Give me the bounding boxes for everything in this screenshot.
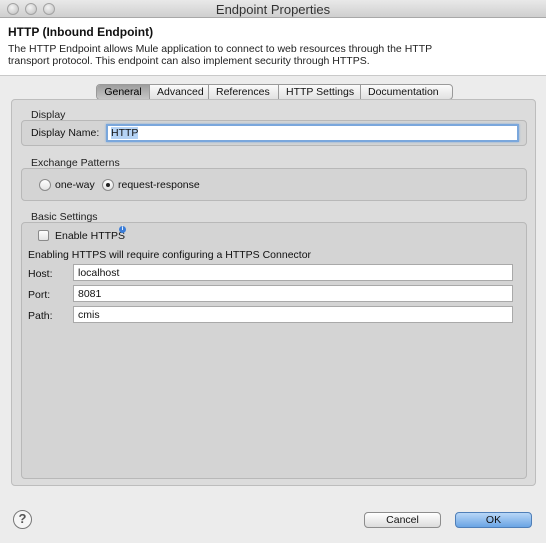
basic-settings-group: Enable HTTPS i Enabling HTTPS will requi… xyxy=(21,222,527,479)
port-input[interactable]: 8081 xyxy=(73,285,513,302)
tab-general[interactable]: General xyxy=(97,85,150,99)
one-way-radio[interactable] xyxy=(39,179,51,191)
display-name-label: Display Name: xyxy=(31,127,100,139)
display-name-input[interactable]: HTTP xyxy=(106,124,519,142)
tab-references[interactable]: References xyxy=(209,85,279,99)
tab-http-settings[interactable]: HTTP Settings xyxy=(279,85,361,99)
path-label: Path: xyxy=(28,310,53,322)
enable-https-label[interactable]: Enable HTTPS xyxy=(55,230,125,242)
window-title: Endpoint Properties xyxy=(215,2,331,17)
general-tab-panel: Display Display Name: HTTP Exchange Patt… xyxy=(11,99,536,486)
https-note: Enabling HTTPS will require configuring … xyxy=(28,249,312,261)
host-label: Host: xyxy=(28,268,53,280)
display-name-value: HTTP xyxy=(111,127,139,139)
dialog-description: The HTTP Endpoint allows Mule applicatio… xyxy=(8,43,432,67)
enable-https-checkbox[interactable] xyxy=(38,230,49,241)
dialog-header: HTTP (Inbound Endpoint) The HTTP Endpoin… xyxy=(0,18,546,76)
port-label: Port: xyxy=(28,289,51,301)
info-icon: i xyxy=(119,226,126,233)
tab-advanced[interactable]: Advanced xyxy=(150,85,209,99)
one-way-label[interactable]: one-way xyxy=(55,179,95,191)
host-input[interactable]: localhost xyxy=(73,264,513,281)
tab-bar: General Advanced References HTTP Setting… xyxy=(96,84,453,100)
path-input[interactable]: cmis xyxy=(73,306,513,323)
ok-button[interactable]: OK xyxy=(455,512,532,528)
request-response-label[interactable]: request-response xyxy=(118,179,200,191)
cancel-button[interactable]: Cancel xyxy=(364,512,441,528)
help-icon[interactable]: ? xyxy=(13,510,32,529)
display-group: Display Name: HTTP xyxy=(21,120,527,146)
exchange-patterns-group: one-way request-response xyxy=(21,168,527,201)
dialog-title: HTTP (Inbound Endpoint) xyxy=(8,25,154,39)
request-response-radio[interactable] xyxy=(102,179,114,191)
tab-documentation[interactable]: Documentation xyxy=(361,85,452,99)
window-titlebar: Endpoint Properties xyxy=(0,0,546,18)
